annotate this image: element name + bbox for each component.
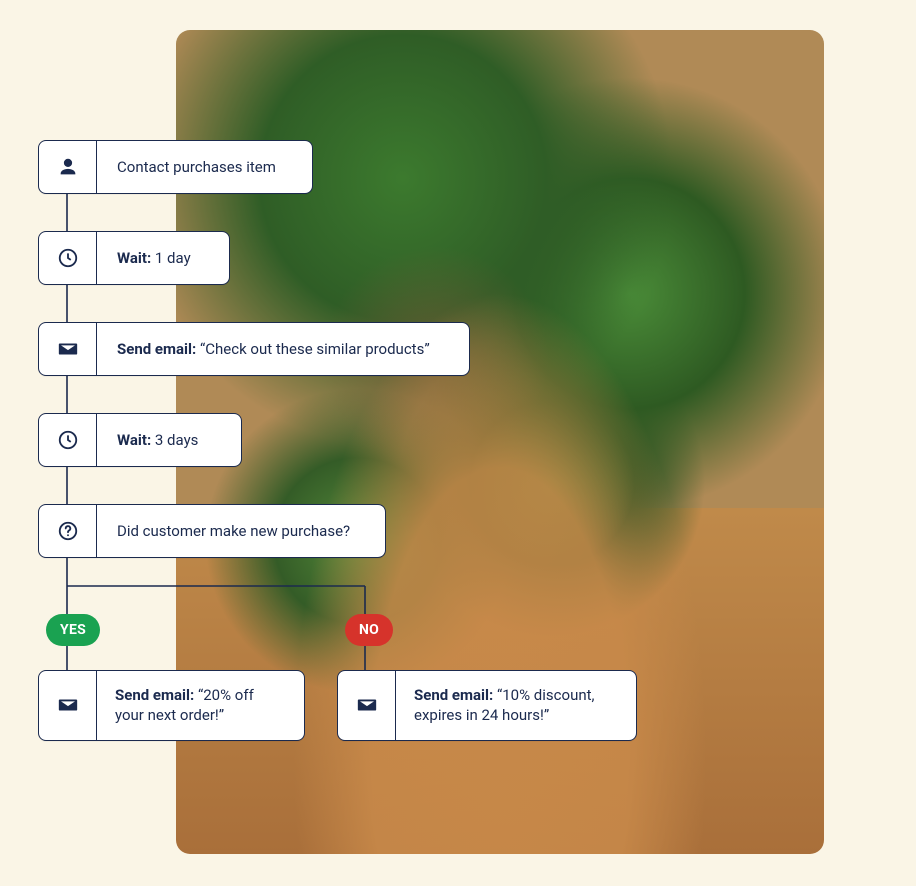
clock-icon [39,232,97,284]
yes-badge: YES [46,614,100,646]
flow-node-label: Did customer make new purchase? [97,505,370,557]
flow-node-email-yes[interactable]: Send email: “20% off your next order!” [38,670,305,741]
flow-node-label: Wait: 3 days [97,414,218,466]
clock-icon [39,414,97,466]
email1-text: “Check out these similar products” [196,340,429,358]
wait2-bold: Wait: [117,431,151,449]
question-icon [39,505,97,557]
flow-node-email-1[interactable]: Send email: “Check out these similar pro… [38,322,470,376]
person-icon [39,141,97,193]
flow-node-wait-1[interactable]: Wait: 1 day [38,231,230,285]
wait1-text: 1 day [151,249,190,267]
flow-node-label: Contact purchases item [97,141,296,193]
automation-flow: Contact purchases item Wait: 1 day Send … [0,0,916,886]
flow-node-label: Send email: “Check out these similar pro… [97,323,450,375]
wait1-bold: Wait: [117,249,151,267]
flow-node-label: Send email: “20% off your next order!” [97,671,304,740]
no-badge: NO [345,614,393,646]
condition-text: Did customer make new purchase? [117,521,350,541]
flow-node-email-no[interactable]: Send email: “10% discount, expires in 24… [337,670,637,741]
wait2-text: 3 days [151,431,198,449]
envelope-icon [39,323,97,375]
envelope-icon [338,671,396,740]
flow-node-wait-2[interactable]: Wait: 3 days [38,413,242,467]
trigger-text: Contact purchases item [117,157,276,177]
flow-node-condition[interactable]: Did customer make new purchase? [38,504,386,558]
flow-node-label: Wait: 1 day [97,232,211,284]
email1-bold: Send email: [117,340,196,358]
yes-bold: Send email: [115,686,194,704]
flow-node-trigger[interactable]: Contact purchases item [38,140,313,194]
envelope-icon [39,671,97,740]
no-bold: Send email: [414,686,493,704]
flow-node-label: Send email: “10% discount, expires in 24… [396,671,636,740]
